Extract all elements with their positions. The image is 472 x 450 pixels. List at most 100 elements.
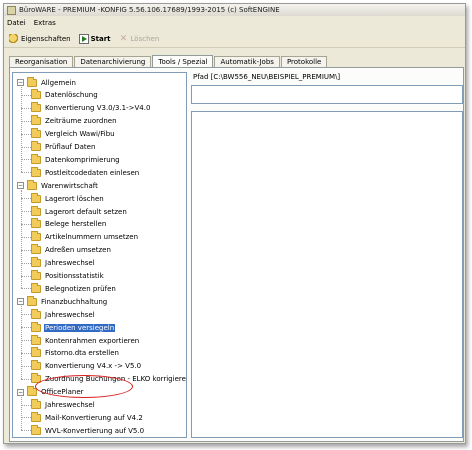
tree-item-label: Adreßen umsetzen xyxy=(45,246,111,255)
folder-icon xyxy=(27,295,37,306)
tree-connector xyxy=(21,417,31,419)
collapse-icon[interactable]: − xyxy=(17,79,24,86)
tree-item[interactable]: Postleitcodedaten einlesen xyxy=(31,166,140,178)
tree-connector xyxy=(21,211,31,212)
tree-item[interactable]: Belege herstellen xyxy=(31,218,107,230)
tree-item[interactable]: Lagerort löschen xyxy=(31,192,105,204)
start-label: Start xyxy=(90,34,111,43)
tree-item-label: Datenkomprimierung xyxy=(45,155,120,164)
tree-item[interactable]: Artikelnummern umsetzen xyxy=(31,231,139,243)
tree-item[interactable]: Belegnotizen prüfen xyxy=(31,282,117,294)
tree-item-label: Lagerort default setzen xyxy=(45,207,127,216)
tree-item[interactable]: Datenlöschung xyxy=(31,89,99,101)
tree-item[interactable]: Mail-Konvertierung auf V4.2 xyxy=(31,411,144,423)
tab-automatik-jobs[interactable]: Automatik-Jobs xyxy=(214,56,280,67)
tree-connector xyxy=(21,107,31,109)
folder-icon xyxy=(31,347,41,358)
tree-item[interactable]: Zuordnung Buchungen - ELKO korrigieren xyxy=(31,373,187,385)
tree-item-label: Mail-Konvertierung auf V4.2 xyxy=(45,413,143,422)
tree-connector xyxy=(21,404,31,406)
delete-icon: ✕ xyxy=(119,33,128,44)
folder-icon xyxy=(31,192,41,203)
folder-icon xyxy=(31,334,41,345)
tree-connector xyxy=(21,327,31,329)
tab-strip: Reorganisation Datenarchivierung Tools /… xyxy=(9,55,328,67)
tree-connector xyxy=(21,378,31,380)
tree-group-warenwirtschaft[interactable]: − Warenwirtschaft xyxy=(17,179,99,191)
collapse-icon[interactable]: − xyxy=(17,388,24,396)
menu-extras[interactable]: Extras xyxy=(34,19,56,27)
tree-item-label: Konvertierung V4.x -> V5.0 xyxy=(45,362,142,371)
folder-icon xyxy=(31,218,41,229)
tree-item[interactable]: Positionsstatistik xyxy=(31,270,105,282)
tree-item-label: Zuordnung Buchungen - ELKO korrigieren xyxy=(45,375,187,384)
collapse-icon[interactable]: − xyxy=(17,182,24,190)
folder-icon xyxy=(31,166,41,177)
tree-connector xyxy=(21,223,31,225)
folder-icon xyxy=(31,128,41,139)
title-bar[interactable]: BüroWARE - PREMIUM -KONFIG 5.56.106.1768… xyxy=(4,4,465,16)
tree-item[interactable]: Kontenrahmen exportieren xyxy=(31,334,140,346)
folder-icon xyxy=(31,270,41,280)
menu-datei[interactable]: Datei xyxy=(7,19,26,27)
tab-panel: − Allgemein Datenlöschung Konvertierung V3.… xyxy=(9,67,464,442)
tree-item-label: Kontenrahmen exportieren xyxy=(45,336,140,345)
tree-item-label: Vergleich Wawi/Fibu xyxy=(45,130,115,139)
tree-item-label: Lagerort löschen xyxy=(45,194,104,203)
tree-item-label: Artikelnummern umsetzen xyxy=(45,233,139,242)
tree-connector xyxy=(21,146,31,148)
folder-icon xyxy=(31,308,41,319)
tree-item[interactable]: Adreßen umsetzen xyxy=(31,244,112,256)
tree-item-label: Belegnotizen prüfen xyxy=(45,284,116,293)
tab-tools-spezial[interactable]: Tools / Spezial xyxy=(152,55,214,67)
tree-item[interactable]: Datenkomprimierung xyxy=(31,153,121,165)
folder-icon xyxy=(27,386,37,397)
function-tree[interactable]: − Allgemein Datenlöschung Konvertierung V3.… xyxy=(12,72,187,438)
tree-connector xyxy=(21,396,22,431)
tree-item[interactable]: Zeiträume zuordnen xyxy=(31,115,118,127)
tree-item[interactable]: Lagerort default setzen xyxy=(31,205,128,217)
details-area xyxy=(191,111,463,438)
tree-item-label: Prüflauf Daten xyxy=(45,143,96,151)
tree-connector xyxy=(21,190,22,289)
tab-protokolle[interactable]: Protokolle xyxy=(280,56,328,67)
tree-connector xyxy=(21,87,22,173)
tree-group-allgemein[interactable]: − Allgemein xyxy=(17,76,77,88)
tree-group-finanzbuchhaltung[interactable]: − Finanzbuchhaltung xyxy=(17,295,108,307)
tree-connector xyxy=(21,133,31,135)
tree-item[interactable]: Prüflauf Daten xyxy=(31,141,96,153)
folder-icon xyxy=(31,141,41,151)
delete-button[interactable]: ✕ Löschen xyxy=(119,34,160,44)
tree-item-label: Jahreswechsel xyxy=(45,310,95,319)
tree-item[interactable]: Jahreswechsel xyxy=(31,308,96,320)
tree-connector xyxy=(21,159,31,161)
tab-reorganisation[interactable]: Reorganisation xyxy=(9,56,74,67)
tab-datenarchivierung[interactable]: Datenarchivierung xyxy=(74,56,152,67)
tree-item[interactable]: Konvertierung V4.x -> V5.0 xyxy=(31,360,142,372)
collapse-icon[interactable]: − xyxy=(17,298,24,306)
folder-icon xyxy=(27,179,37,190)
app-icon xyxy=(7,5,16,15)
tree-item[interactable]: Perioden versiegeln xyxy=(31,321,116,333)
tree-group-officeplaner[interactable]: − OfficePlaner xyxy=(17,386,85,398)
tree-item-label: Positionsstatistik xyxy=(45,272,104,280)
start-button[interactable]: Start xyxy=(78,33,111,44)
tree-item[interactable]: WVL-Konvertierung auf V5.0 xyxy=(31,424,145,436)
tree-connector xyxy=(21,275,31,277)
folder-icon xyxy=(31,373,41,384)
tree-connector xyxy=(21,340,31,341)
tree-item[interactable]: Fistorno.dta erstellen xyxy=(31,347,120,359)
tree-item[interactable]: Konvertierung V3.0/3.1->V4.0 xyxy=(31,102,151,114)
menu-bar: Datei Extras xyxy=(4,17,465,28)
tree-item-label: Belege herstellen xyxy=(45,220,107,229)
window-title: BüroWARE - PREMIUM -KONFIG 5.56.106.1768… xyxy=(19,6,280,14)
tree-item[interactable]: Jahreswechsel xyxy=(31,257,96,269)
path-field[interactable] xyxy=(191,85,463,104)
tree-item-label: Postleitcodedaten einlesen xyxy=(45,168,140,177)
tree-item[interactable]: Jahreswechsel xyxy=(31,399,96,411)
properties-label: Eigenschaften xyxy=(21,34,71,43)
tree-item-label: WVL-Konvertierung auf V5.0 xyxy=(45,426,145,435)
properties-icon xyxy=(9,33,19,44)
tree-item[interactable]: Vergleich Wawi/Fibu xyxy=(31,128,116,140)
properties-button[interactable]: Eigenschaften xyxy=(9,33,71,44)
